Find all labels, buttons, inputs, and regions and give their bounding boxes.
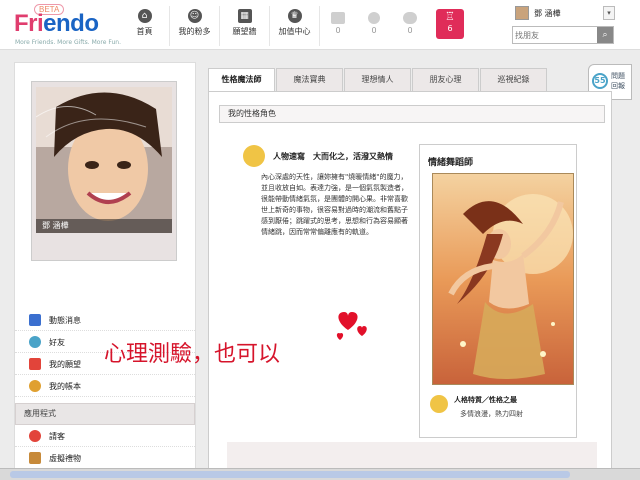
left-sidebar: 鄧 涵樺 動態消息 好友 我的願望 我的帳本 應用程式 請客 虛擬禮物 xyxy=(14,62,196,470)
apps-header: 應用程式 xyxy=(15,403,195,425)
card-trait-label: 人格特質／性格之最 xyxy=(454,396,517,404)
sidebar-menu: 動態消息 好友 我的願望 我的帳本 應用程式 請客 虛擬禮物 xyxy=(15,309,195,469)
search-box: ⌕ xyxy=(512,26,614,44)
nav-mail[interactable]: 0 xyxy=(320,6,356,46)
section-title: 我的性格角色 xyxy=(219,105,605,123)
search-input[interactable] xyxy=(515,29,595,41)
wish-icon xyxy=(29,358,41,370)
scrollbar-thumb[interactable] xyxy=(10,471,570,478)
nav-trophy[interactable]: ♖ 6 xyxy=(436,9,464,39)
treat-icon xyxy=(29,430,41,442)
profile-card: 鄧 涵樺 xyxy=(31,81,177,261)
main-nav: ⌂ 首頁 ☺ 我的粉多 ▦ 願望牆 ♛ 加值中心 0 0 0 ♖ 6 xyxy=(120,6,464,46)
friends-icon xyxy=(29,336,41,348)
main-panel: 我的性格角色 人物速寫 大而化之，活潑又熱情 內心深處的天性，讓妳擁有"燒暖情緒… xyxy=(208,91,612,480)
crown-icon: ♛ xyxy=(287,9,302,23)
nav-wish-wall[interactable]: ▦ 願望牆 xyxy=(220,6,270,46)
card-trait-desc: 多情浪漫，熱力四射 xyxy=(460,410,523,418)
horizontal-scrollbar[interactable] xyxy=(0,468,640,480)
wall-icon: ▦ xyxy=(237,9,252,23)
top-header: BETA Friendo More Friends. More Gifts. M… xyxy=(0,0,640,50)
tab-personality-wizard[interactable]: 性格魔法師 xyxy=(208,68,275,92)
card-title: 情緒舞蹈師 xyxy=(428,158,474,168)
info-icon xyxy=(368,12,380,24)
report-problem-label: 問題回報 xyxy=(611,72,625,90)
mail-icon xyxy=(331,12,345,24)
nav-chat[interactable]: 0 xyxy=(392,6,428,46)
trait-title: 人物速寫 大而化之，活潑又熱情 xyxy=(273,152,393,161)
nav-home[interactable]: ⌂ 首頁 xyxy=(120,6,170,46)
user-avatar xyxy=(515,6,529,20)
tab-magic-book[interactable]: 魔法寶典 xyxy=(276,68,343,92)
caption-overlay: 心理測驗，也可以 xyxy=(104,342,281,367)
dancer-image xyxy=(433,174,573,384)
news-feed-icon xyxy=(29,314,41,326)
nav-value-center[interactable]: ♛ 加值中心 xyxy=(270,6,320,46)
help-icon: 55 xyxy=(592,73,608,89)
personality-card: 情緒舞蹈師 人格特質／性格之最 多情浪漫，熱力四射 xyxy=(419,144,577,438)
nav-info[interactable]: 0 xyxy=(356,6,392,46)
profile-icon: ☺ xyxy=(187,9,202,23)
chat-icon xyxy=(403,12,417,24)
user-name: 鄧 涵樺 xyxy=(534,9,561,18)
logo-tagline: More Friends. More Gifts. More Fun. xyxy=(15,39,121,46)
profile-name: 鄧 涵樺 xyxy=(36,219,172,233)
tab-ideal-lover[interactable]: 理想情人 xyxy=(344,68,411,92)
tab-friend-psychology[interactable]: 朋友心理 xyxy=(412,68,479,92)
chevron-down-icon[interactable]: ▾ xyxy=(603,6,615,20)
home-icon: ⌂ xyxy=(137,9,152,23)
logo-wordmark: Friendo xyxy=(14,10,99,37)
sidebar-item-my-account[interactable]: 我的帳本 xyxy=(15,375,195,397)
user-menu[interactable]: 鄧 涵樺 ▾ xyxy=(515,6,615,22)
dancer-illustration[interactable] xyxy=(432,173,574,385)
profile-photo-image xyxy=(36,87,172,233)
hearts-icon xyxy=(336,312,367,340)
trophy-icon: ♖ xyxy=(445,10,455,23)
trait-description: 內心深處的天性，讓妳擁有"燒暖情緒"的魔力，並且收放自如。表達力強，是一個氣氛製… xyxy=(261,173,408,236)
profile-photo[interactable]: 鄧 涵樺 xyxy=(36,87,172,233)
sidebar-item-news-feed[interactable]: 動態消息 xyxy=(15,309,195,331)
pen-icon xyxy=(243,145,265,167)
friendo-logo[interactable]: BETA Friendo More Friends. More Gifts. M… xyxy=(14,4,121,48)
search-icon[interactable]: ⌕ xyxy=(597,27,613,43)
tab-visit-log[interactable]: 巡視紀錄 xyxy=(480,68,547,92)
sidebar-item-virtual-gift[interactable]: 虛擬禮物 xyxy=(15,447,195,469)
coin-icon xyxy=(29,380,41,392)
mask-icon xyxy=(430,395,448,413)
gift-icon xyxy=(29,452,41,464)
sidebar-item-treat[interactable]: 請客 xyxy=(15,425,195,447)
nav-my-friendo[interactable]: ☺ 我的粉多 xyxy=(170,6,220,46)
content-tabs: 性格魔法師 魔法寶典 理想情人 朋友心理 巡視紀錄 xyxy=(208,68,548,92)
